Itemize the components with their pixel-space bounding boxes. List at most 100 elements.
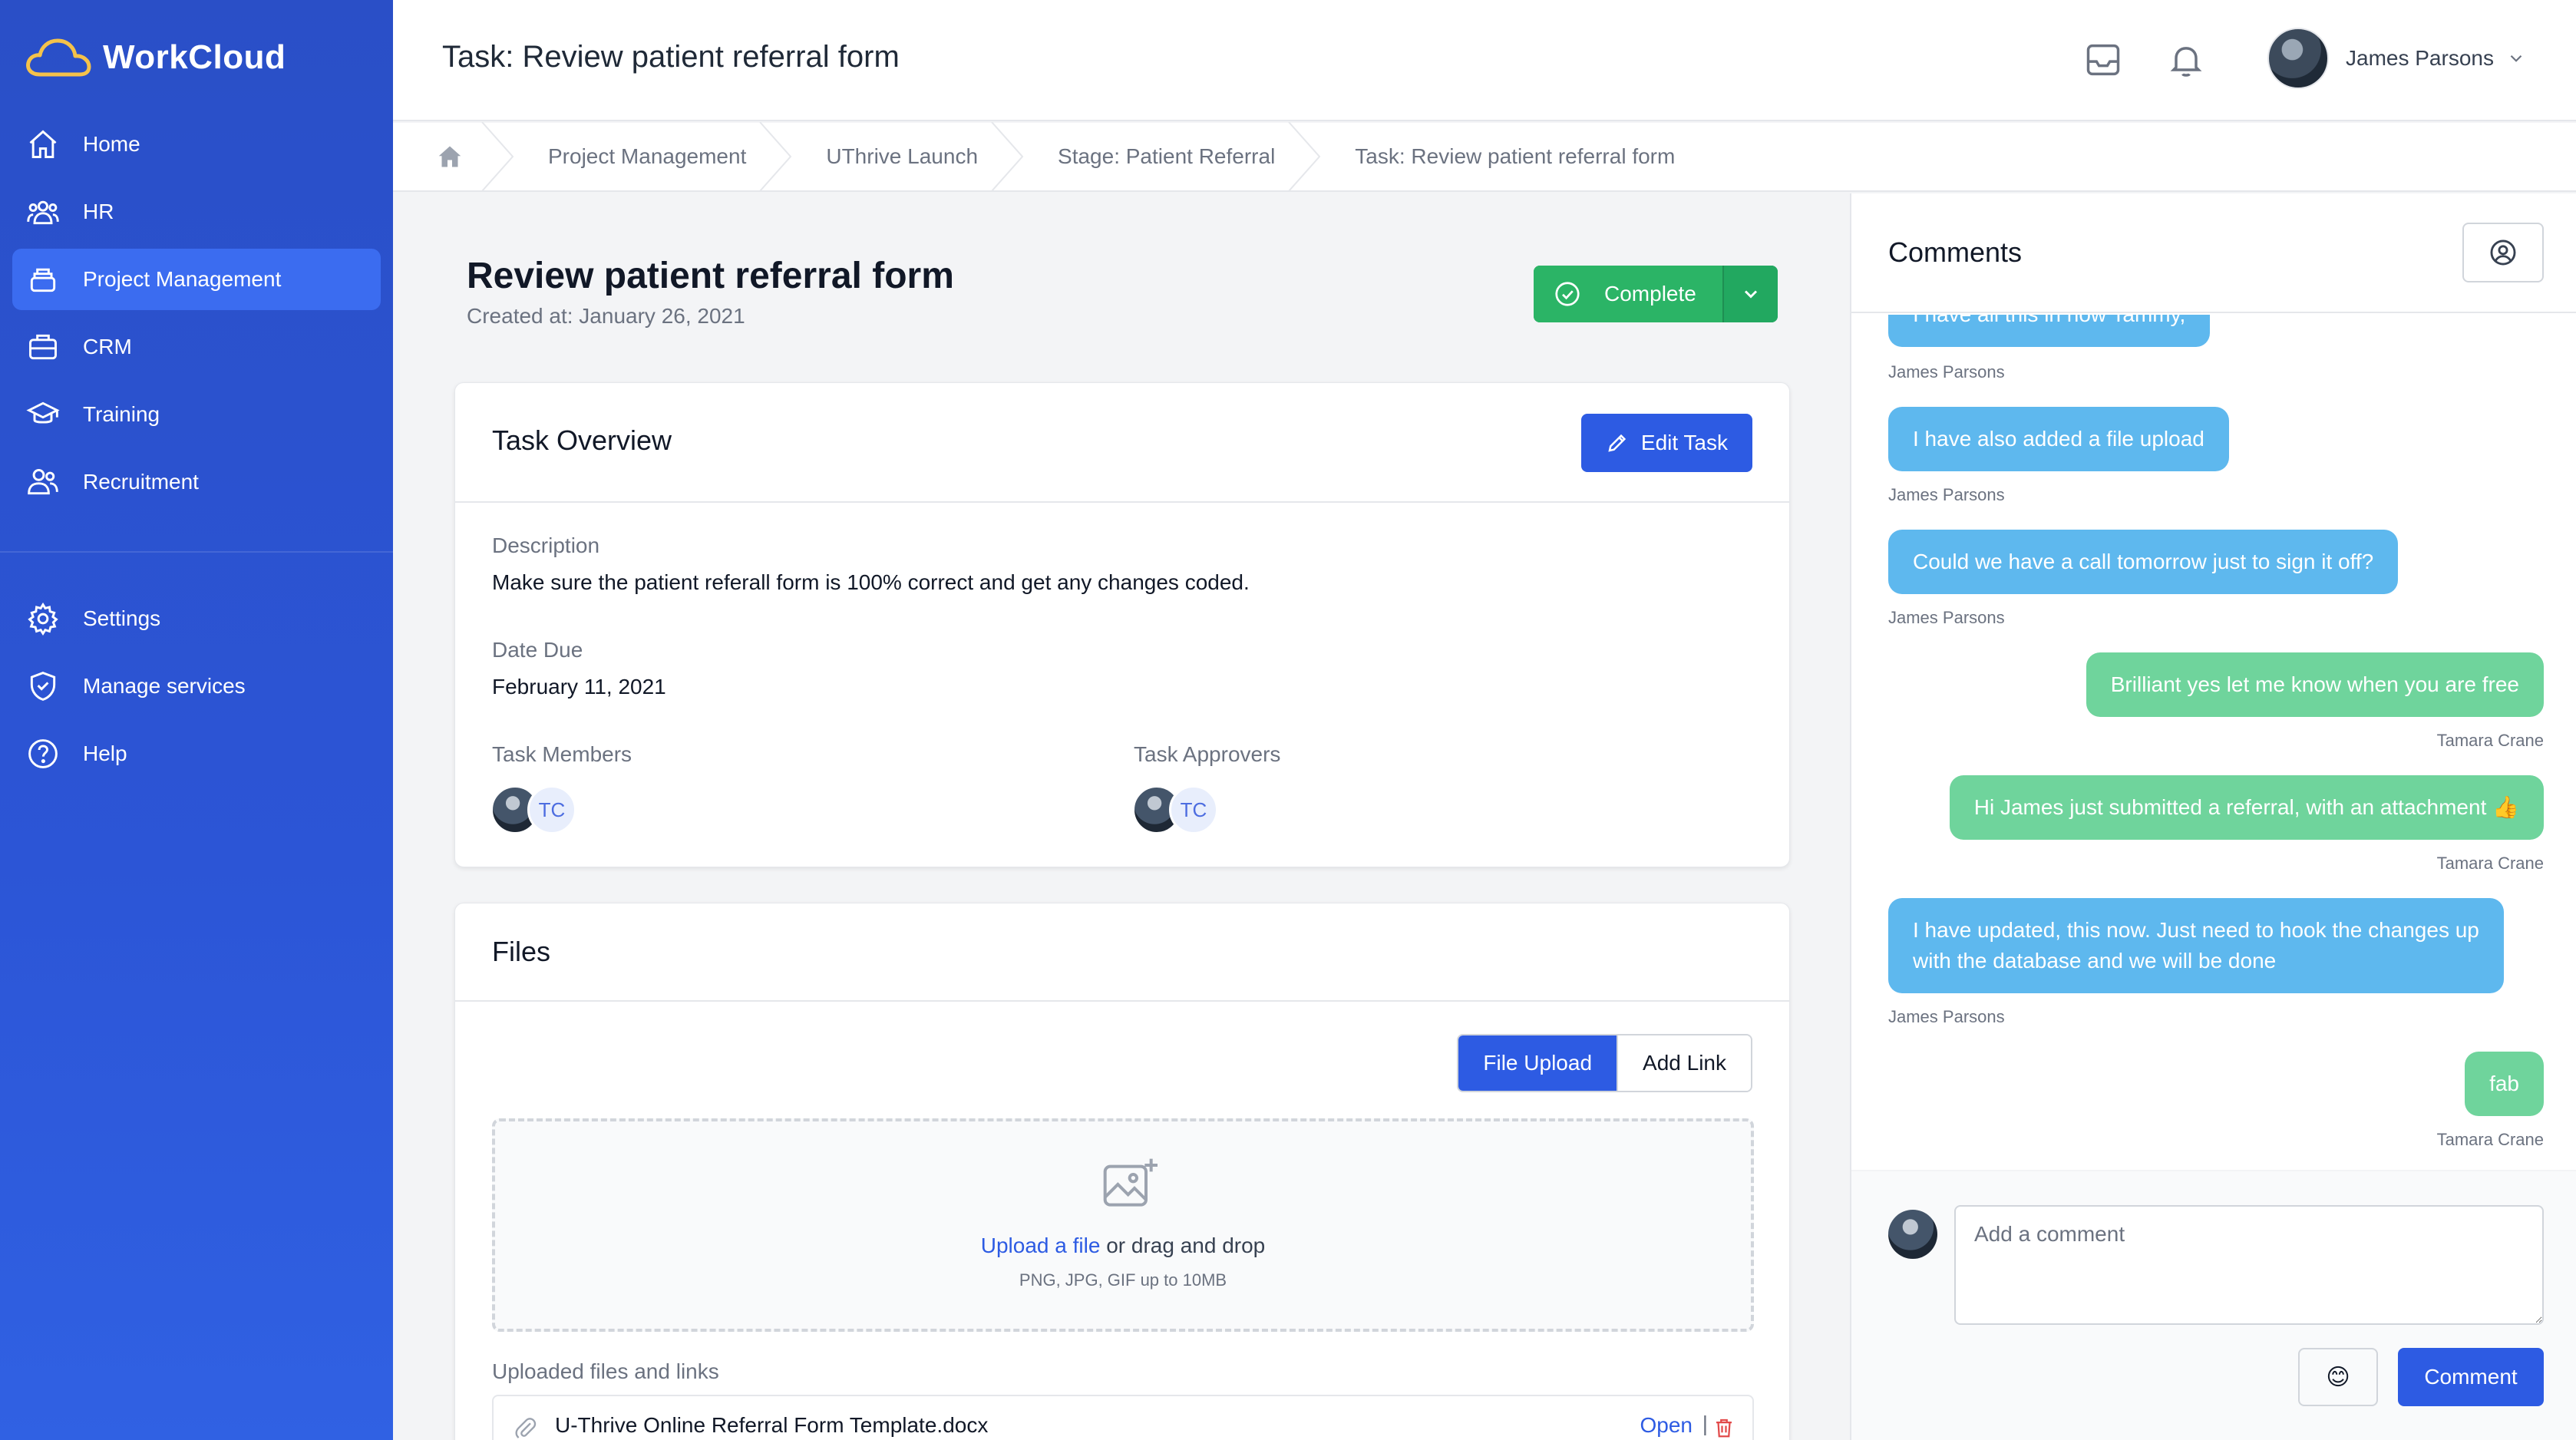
task-created-date: Created at: January 26, 2021 (467, 304, 745, 328)
breadcrumb-label: UThrive Launch (826, 144, 979, 168)
emoji-button[interactable]: 😊 (2298, 1348, 2378, 1406)
dropzone-hint: PNG, JPG, GIF up to 10MB (1019, 1270, 1227, 1290)
pencil-icon (1608, 434, 1627, 452)
uploaded-files-label: Uploaded files and links (492, 1359, 719, 1383)
sidebar-item-label: CRM (83, 335, 132, 358)
sidebar-item-project-management[interactable]: Project Management (12, 249, 381, 310)
complete-label: Complete (1604, 282, 1696, 306)
description-value: Make sure the patient referall form is 1… (492, 570, 1250, 594)
comment-submit-button[interactable]: Comment (2398, 1348, 2544, 1406)
task-overview-card: Task Overview Edit Task Description Make… (454, 382, 1790, 867)
comments-participants-button[interactable] (2462, 223, 2544, 282)
upload-file-link[interactable]: Upload a file (981, 1234, 1101, 1257)
card-title: Files (492, 936, 551, 967)
check-circle-icon (1555, 282, 1580, 306)
description-label: Description (492, 533, 600, 557)
question-circle-icon (28, 739, 58, 768)
task-approvers: TC (1132, 785, 1218, 834)
gear-icon (28, 602, 58, 636)
comment-input[interactable] (1954, 1205, 2544, 1325)
files-card: Files File Upload Add Link Upload a file… (454, 903, 1790, 1440)
comment-author: James Parsons (1888, 362, 2005, 381)
comment-author: James Parsons (1888, 608, 2005, 627)
task-approvers-label: Task Approvers (1134, 742, 1281, 766)
bell-icon[interactable] (2166, 40, 2206, 80)
sidebar-item-recruitment[interactable]: Recruitment (12, 451, 381, 513)
secondary-nav: Settings Manage services Help (12, 588, 381, 791)
tab-add-link[interactable]: Add Link (1617, 1035, 1751, 1091)
user-menu[interactable]: James Parsons (2267, 28, 2526, 89)
app-logo[interactable]: WorkCloud (23, 31, 286, 84)
comment-line: with the database and we will be done (1913, 949, 2277, 973)
sidebar-item-label: Home (83, 132, 140, 156)
graduation-cap-icon (26, 401, 60, 424)
user-circle-icon (2490, 239, 2516, 266)
task-members: TC (490, 785, 576, 834)
breadcrumb: Project Management UThrive Launch Stage:… (393, 121, 2576, 192)
breadcrumb-label: Task: Review patient referral form (1355, 144, 1676, 168)
comment-bubble: Could we have a call tomorrow just to si… (1888, 530, 2399, 594)
breadcrumb-item[interactable]: UThrive Launch (775, 121, 1024, 192)
comment-author: Tamara Crane (2436, 854, 2544, 873)
comment-author: James Parsons (1888, 1007, 2005, 1026)
paperclip-icon (515, 1418, 537, 1438)
sidebar-item-label: Help (83, 741, 127, 765)
sidebar-item-label: Training (83, 402, 160, 426)
breadcrumb-home[interactable] (393, 121, 514, 192)
due-date-value: February 11, 2021 (492, 675, 666, 699)
comments-header: Comments (1851, 193, 2576, 313)
app-name: WorkCloud (103, 38, 286, 76)
files-mode-toggle: File Upload Add Link (1457, 1034, 1752, 1092)
file-row: U-Thrive Online Referral Form Template.d… (492, 1395, 1754, 1440)
sidebar: WorkCloud Home HR Project Management CRM… (0, 0, 393, 1440)
briefcase-icon (29, 334, 57, 360)
breadcrumb-item-current[interactable]: Task: Review patient referral form (1304, 122, 1704, 191)
comment-line: I have updated, this now. Just need to h… (1913, 918, 2479, 942)
comment-bubble: I have also added a file upload (1888, 407, 2229, 471)
shield-check-icon (30, 672, 56, 701)
main-content: Review patient referral form Created at:… (393, 193, 1850, 1440)
chevron-down-icon (2510, 54, 2522, 62)
breadcrumb-item[interactable]: Project Management (497, 121, 792, 192)
comment-bubble: Hi James just submitted a referral, with… (1949, 775, 2544, 840)
complete-button[interactable]: Complete (1534, 266, 1722, 322)
sidebar-item-manage-services[interactable]: Manage services (12, 656, 381, 717)
tab-file-upload[interactable]: File Upload (1458, 1035, 1617, 1091)
comments-title: Comments (1888, 236, 2023, 268)
primary-nav: Home HR Project Management CRM Training … (12, 114, 381, 519)
home-icon (29, 130, 57, 158)
breadcrumb-item[interactable]: Stage: Patient Referral (1007, 121, 1321, 192)
trash-icon[interactable] (1712, 1416, 1735, 1439)
file-action-separator: | (1702, 1412, 1708, 1435)
sidebar-item-label: Project Management (83, 267, 282, 291)
avatar-initials[interactable]: TC (1169, 785, 1218, 834)
avatar-initials[interactable]: TC (527, 785, 576, 834)
sidebar-item-home[interactable]: Home (12, 114, 381, 175)
sidebar-item-label: Manage services (83, 674, 246, 698)
card-title: Task Overview (492, 424, 672, 456)
stack-icon (30, 268, 56, 292)
breadcrumb-label: Stage: Patient Referral (1058, 144, 1276, 168)
cloud-logo-icon (26, 38, 91, 77)
open-file-link[interactable]: Open (1640, 1413, 1693, 1438)
sidebar-item-label: Settings (83, 606, 161, 630)
comment-author: Tamara Crane (2436, 731, 2544, 750)
sidebar-item-crm[interactable]: CRM (12, 316, 381, 378)
card-header: Files (455, 903, 1789, 1002)
edit-task-button[interactable]: Edit Task (1580, 414, 1752, 472)
page-title: Task: Review patient referral form (442, 40, 900, 74)
user-group-icon (28, 468, 58, 495)
users-icon (27, 200, 59, 225)
sidebar-item-training[interactable]: Training (12, 384, 381, 445)
dropzone-instruction: or drag and drop (1100, 1234, 1266, 1257)
sidebar-item-settings[interactable]: Settings (12, 588, 381, 649)
avatar (2267, 28, 2329, 89)
sidebar-item-help[interactable]: Help (12, 723, 381, 784)
comments-panel: Comments I have all this in now Tammy, J… (1850, 193, 2576, 1440)
complete-dropdown-button[interactable] (1722, 266, 1778, 322)
complete-button-group: Complete (1534, 266, 1778, 322)
sidebar-item-hr[interactable]: HR (12, 181, 381, 243)
inbox-icon[interactable] (2083, 40, 2123, 80)
task-members-label: Task Members (492, 742, 632, 766)
file-dropzone[interactable]: Upload a file or drag and drop PNG, JPG,… (492, 1118, 1754, 1332)
